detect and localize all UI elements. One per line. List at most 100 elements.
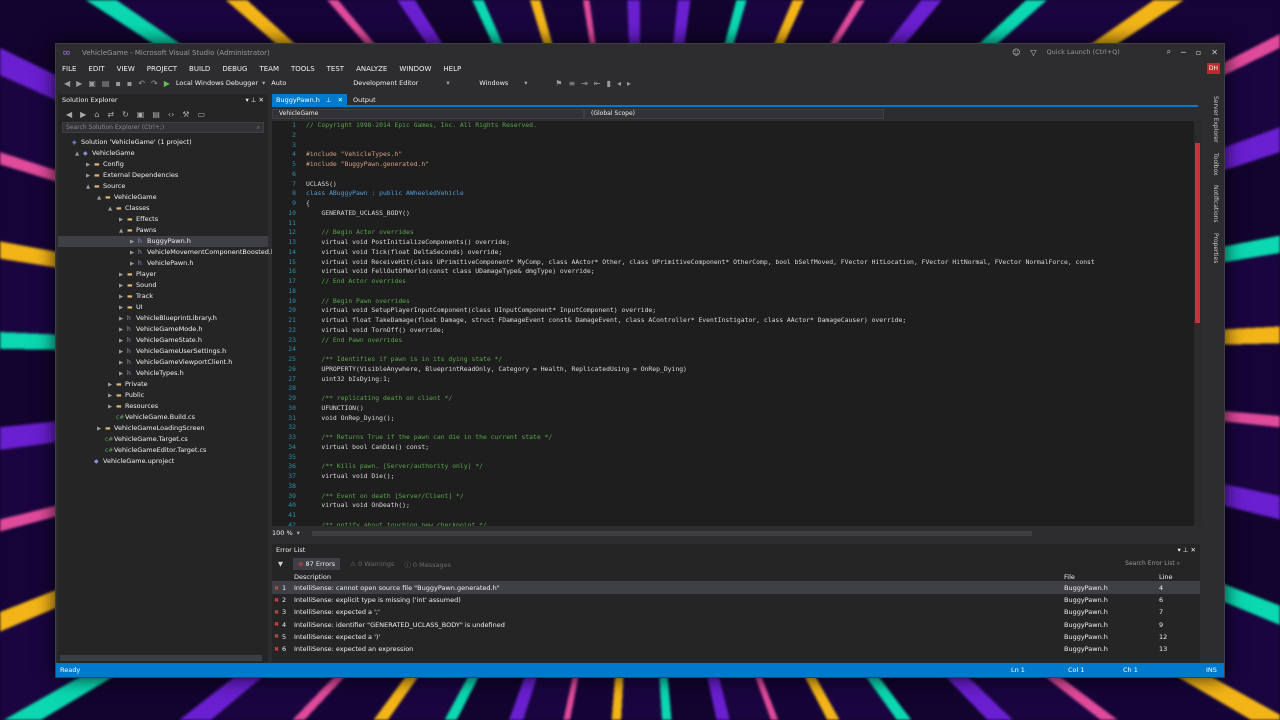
- code-line[interactable]: 36 /** Kills pawn. [Server/authority onl…: [272, 462, 1194, 472]
- error-row[interactable]: ✖ 1 IntelliSense: cannot open source file …: [272, 582, 1200, 595]
- menu-help[interactable]: HELP: [443, 65, 461, 73]
- outdent-icon[interactable]: ⇤: [594, 79, 601, 88]
- code-line[interactable]: 32: [272, 423, 1194, 433]
- menu-project[interactable]: PROJECT: [147, 65, 177, 73]
- code-editor[interactable]: 1 // Copyright 1998-2014 Epic Games, Inc.…: [272, 121, 1194, 526]
- code-line[interactable]: 30 UFUNCTION(): [272, 404, 1194, 414]
- menu-file[interactable]: FILE: [62, 65, 76, 73]
- editor-horizontal-scrollbar[interactable]: [311, 530, 1032, 536]
- new-project-icon[interactable]: ▣: [88, 79, 96, 88]
- column-description[interactable]: Description: [294, 573, 1064, 581]
- code-line[interactable]: 25 /** Identifies if pawn is in its dyin…: [272, 355, 1194, 365]
- code-line[interactable]: 2: [272, 131, 1194, 141]
- solution-explorer-scrollbar[interactable]: [60, 655, 262, 661]
- menu-debug[interactable]: DEBUG: [222, 65, 247, 73]
- find-icon[interactable]: ⚑: [555, 79, 562, 88]
- code-line[interactable]: 4 #include "VehicleTypes.h": [272, 150, 1194, 160]
- open-file-icon[interactable]: ▤: [102, 79, 110, 88]
- tree-item[interactable]: ▲ ▬ Pawns: [58, 225, 268, 236]
- code-line[interactable]: 3: [272, 141, 1194, 151]
- pin-icon[interactable]: ▾ ⊥: [245, 96, 256, 104]
- tree-item[interactable]: ▶ ▬ External Dependencies: [58, 170, 268, 181]
- home-icon[interactable]: ⌂: [94, 110, 99, 119]
- code-line[interactable]: 39 /** Event on death [Server/Client] */: [272, 492, 1194, 502]
- save-all-icon[interactable]: ▪: [127, 79, 132, 88]
- menu-tools[interactable]: TOOLS: [291, 65, 315, 73]
- refresh-icon[interactable]: ↻: [122, 110, 129, 119]
- code-line[interactable]: 27 uint32 bIsDying:1;: [272, 375, 1194, 385]
- platform-select[interactable]: Windows ▾: [479, 79, 549, 87]
- code-line[interactable]: 1 // Copyright 1998-2014 Epic Games, Inc.…: [272, 121, 1194, 131]
- menu-analyze[interactable]: ANALYZE: [356, 65, 387, 73]
- messages-filter-button[interactable]: ⓘ 0 Messages: [404, 559, 451, 569]
- code-line[interactable]: 34 virtual bool CanDie() const;: [272, 443, 1194, 453]
- tree-item[interactable]: ▶ ▬ Private: [58, 379, 268, 390]
- code-line[interactable]: 20 virtual void SetupPlayerInputComponen…: [272, 306, 1194, 316]
- code-line[interactable]: 22 virtual void TornOff() override;: [272, 326, 1194, 336]
- save-icon[interactable]: ▪: [115, 79, 120, 88]
- tree-item[interactable]: ▶ ▬ Config: [58, 159, 268, 170]
- tree-item[interactable]: ▶ h VehicleGameUserSettings.h: [58, 346, 268, 357]
- menu-window[interactable]: WINDOW: [399, 65, 431, 73]
- tree-item[interactable]: ▶ ▬ VehicleGameLoadingScreen: [58, 423, 268, 434]
- column-file[interactable]: File: [1064, 573, 1159, 581]
- tree-item[interactable]: ▶ ▬ Effects: [58, 214, 268, 225]
- tree-item[interactable]: c#VehicleGame.Build.cs: [58, 412, 268, 423]
- code-line[interactable]: 16 virtual void FellOutOfWorld(const cla…: [272, 267, 1194, 277]
- tree-item[interactable]: ▲ ▬ VehicleGame: [58, 192, 268, 203]
- solution-config-select[interactable]: Auto: [271, 79, 347, 87]
- close-panel-icon[interactable]: ✕: [1191, 546, 1196, 554]
- zoom-level[interactable]: 100 %: [272, 529, 293, 537]
- build-config-select[interactable]: Development Editor ▾: [353, 79, 473, 87]
- error-search-input[interactable]: Search Error List ⌕: [1125, 560, 1180, 568]
- undo-icon[interactable]: ↶: [138, 79, 145, 88]
- quick-launch-input[interactable]: Quick Launch (Ctrl+Q): [1047, 48, 1157, 56]
- collapse-all-icon[interactable]: ▣: [137, 110, 145, 119]
- editor-vertical-scrollbar[interactable]: [1194, 121, 1202, 526]
- errors-filter-button[interactable]: ⊗ 87 Errors: [293, 558, 341, 570]
- bookmark-prev-icon[interactable]: ◂: [617, 79, 621, 88]
- error-row[interactable]: ✖ 5 IntelliSense: expected a ')' BuggyPawn.…: [272, 631, 1200, 643]
- bookmark-next-icon[interactable]: ▸: [627, 79, 631, 88]
- close-panel-icon[interactable]: ✕: [259, 96, 264, 104]
- back-icon[interactable]: ◀: [66, 110, 72, 119]
- code-line[interactable]: 26 UPROPERTY(VisibleAnywhere, BlueprintR…: [272, 365, 1194, 375]
- forward-icon[interactable]: ▶: [80, 110, 86, 119]
- pin-icon[interactable]: ▾ ⊥: [1177, 546, 1188, 554]
- code-line[interactable]: 11: [272, 219, 1194, 229]
- tree-item[interactable]: ▶ ▬ Player: [58, 269, 268, 280]
- error-row[interactable]: ✖ 4 IntelliSense: identifier "GENERATED_UC…: [272, 619, 1200, 631]
- view-code-icon[interactable]: ‹›: [168, 110, 174, 119]
- code-line[interactable]: 41: [272, 511, 1194, 521]
- code-line[interactable]: 31 void OnRep_Dying();: [272, 414, 1194, 424]
- code-line[interactable]: 10 GENERATED_UCLASS_BODY(): [272, 209, 1194, 219]
- tree-item[interactable]: ▶ h VehicleGameViewportClient.h: [58, 357, 268, 368]
- redo-icon[interactable]: ↷: [151, 79, 158, 88]
- error-row[interactable]: ✖ 3 IntelliSense: expected a ';' BuggyPawn.…: [272, 606, 1200, 618]
- tree-item[interactable]: ▲ ▬ Source: [58, 181, 268, 192]
- code-line[interactable]: 17 // End Actor overrides: [272, 277, 1194, 287]
- code-line[interactable]: 21 virtual float TakeDamage(float Damage…: [272, 316, 1194, 326]
- tree-item[interactable]: ▶ h VehiclePawn.h: [58, 258, 268, 269]
- code-line[interactable]: 14 virtual void Tick(float DeltaSeconds)…: [272, 248, 1194, 258]
- error-row[interactable]: ✖ 2 IntelliSense: explicit type is missing…: [272, 594, 1200, 606]
- scrollbar-thumb[interactable]: [1195, 143, 1200, 323]
- filter-icon[interactable]: ▼: [278, 560, 283, 568]
- tree-item[interactable]: ◈ Solution 'VehicleGame' (1 project): [58, 137, 268, 148]
- solution-search-input[interactable]: Search Solution Explorer (Ctrl+;) ⌕: [62, 122, 264, 133]
- menu-build[interactable]: BUILD: [189, 65, 210, 73]
- close-icon[interactable]: ✕: [1211, 48, 1218, 57]
- warnings-filter-button[interactable]: ⚠ 0 Warnings: [350, 560, 394, 568]
- tree-item[interactable]: ▶ ▬ UI: [58, 302, 268, 313]
- menu-view[interactable]: VIEW: [117, 65, 135, 73]
- debugger-select[interactable]: Local Windows Debugger ▾: [176, 79, 265, 87]
- minimize-icon[interactable]: ─: [1181, 48, 1186, 57]
- side-tab[interactable]: Properties: [1212, 233, 1219, 263]
- code-line[interactable]: 40 virtual void OnDeath();: [272, 501, 1194, 511]
- bookmark-icon[interactable]: ▮: [607, 79, 611, 88]
- project-scope-select[interactable]: VehicleGame: [272, 109, 584, 119]
- tree-item[interactable]: ▶ ▬ Public: [58, 390, 268, 401]
- code-line[interactable]: 28: [272, 384, 1194, 394]
- menu-edit[interactable]: EDIT: [88, 65, 104, 73]
- tree-item[interactable]: ▶ ▬ Sound: [58, 280, 268, 291]
